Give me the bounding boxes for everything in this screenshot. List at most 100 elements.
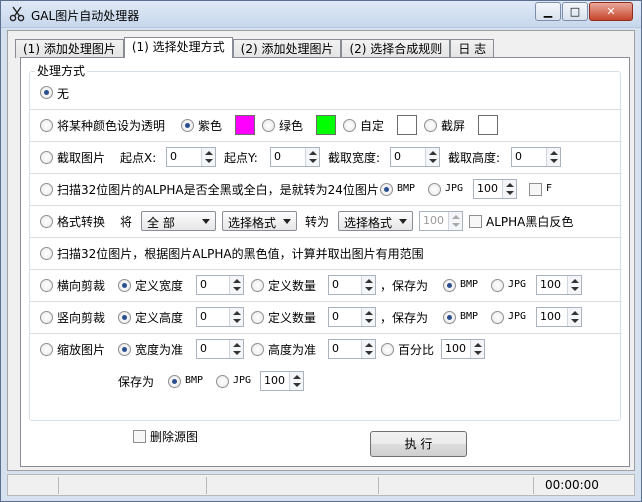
- label-scale: 缩放图片: [57, 343, 106, 357]
- radio-scale-width[interactable]: [118, 343, 131, 356]
- row-vcut: 竖向剪裁 定义高度 0 定义数量 0 ，保存为 BMP JPG 100: [30, 302, 622, 334]
- radio-transparent[interactable]: [40, 119, 53, 132]
- radio-hcut-jpg[interactable]: [491, 279, 504, 292]
- hcut-quality-stepper[interactable]: 100: [536, 275, 582, 295]
- row-scan24: 扫描32位图片的ALPHA是否全黑或全白，是就转为24位图片 BMP JPG 1…: [30, 174, 622, 206]
- label-scale-save: 保存为: [118, 375, 155, 389]
- label-hcut-count: 定义数量: [268, 279, 317, 293]
- status-sep: [533, 477, 534, 494]
- tab-add-images-1[interactable]: (1) 添加处理图片: [15, 39, 124, 58]
- label-convert-from: 将: [120, 215, 133, 229]
- radio-vcut-jpg[interactable]: [491, 311, 504, 324]
- label-green: 绿色: [279, 119, 304, 133]
- chevron-down-icon: [283, 219, 291, 224]
- radio-green[interactable]: [262, 119, 275, 132]
- radio-hcut[interactable]: [40, 279, 53, 292]
- radio-scale-bmp[interactable]: [168, 375, 181, 388]
- radio-convert[interactable]: [40, 215, 53, 228]
- crop-height-stepper[interactable]: 0: [511, 147, 561, 167]
- label-transparent: 将某种颜色设为透明: [57, 119, 166, 133]
- radio-custom[interactable]: [343, 119, 356, 132]
- scale-height-stepper[interactable]: 0: [328, 339, 376, 359]
- label-screen: 截屏: [441, 119, 466, 133]
- label-scale-percent: 百分比: [398, 343, 435, 357]
- radio-scan24-bmp[interactable]: [380, 183, 393, 196]
- radio-screen[interactable]: [424, 119, 437, 132]
- label-none: 无: [57, 87, 70, 101]
- radio-crop[interactable]: [40, 151, 53, 164]
- label-f: F: [546, 183, 553, 194]
- label-scale-width: 宽度为准: [135, 343, 184, 357]
- hcut-width-stepper[interactable]: 0: [196, 275, 244, 295]
- maximize-button[interactable]: □: [562, 2, 588, 21]
- start-y-stepper[interactable]: 0: [270, 147, 320, 167]
- radio-scan24-jpg[interactable]: [428, 183, 441, 196]
- radio-hcut-bmp[interactable]: [443, 279, 456, 292]
- radio-none[interactable]: [40, 86, 53, 99]
- label-start-x: 起点X:: [120, 151, 157, 165]
- minimize-button[interactable]: ▁: [535, 2, 561, 21]
- label-vcut-jpg: JPG: [508, 311, 527, 322]
- scale-width-stepper[interactable]: 0: [196, 339, 244, 359]
- close-icon: ✕: [606, 5, 616, 18]
- radio-scale-height[interactable]: [251, 343, 264, 356]
- swatch-screen[interactable]: [478, 115, 498, 135]
- radio-scale-jpg[interactable]: [216, 375, 229, 388]
- swatch-green[interactable]: [316, 115, 336, 135]
- checkbox-f[interactable]: [529, 183, 542, 196]
- tab-compose-rules-2[interactable]: (2) 选择合成规则: [341, 39, 451, 58]
- label-scan24: 扫描32位图片的ALPHA是否全黑或全白，是就转为24位图片: [57, 183, 379, 197]
- crop-width-stepper[interactable]: 0: [390, 147, 440, 167]
- swatch-custom[interactable]: [397, 115, 417, 135]
- vcut-height-stepper[interactable]: 0: [196, 307, 244, 327]
- tab-select-method-1[interactable]: (1) 选择处理方式: [123, 37, 233, 58]
- swatch-magenta[interactable]: [235, 115, 255, 135]
- convert-quality-stepper[interactable]: 100: [419, 211, 463, 231]
- status-time: 00:00:00: [545, 478, 599, 492]
- label-hcut-save: ，保存为: [380, 279, 429, 293]
- label-vcut-bmp: BMP: [460, 311, 479, 322]
- close-button[interactable]: ✕: [589, 2, 633, 21]
- start-x-stepper[interactable]: 0: [166, 147, 216, 167]
- radio-scan24[interactable]: [40, 183, 53, 196]
- convert-source-select[interactable]: 全 部: [141, 211, 216, 231]
- checkbox-delete-source[interactable]: [133, 430, 146, 443]
- execute-button[interactable]: 执 行: [370, 431, 467, 457]
- scale-quality-stepper[interactable]: 100: [260, 371, 304, 391]
- minimize-icon: ▁: [543, 5, 553, 18]
- maximize-icon: □: [569, 5, 581, 18]
- radio-scale-percent[interactable]: [381, 343, 394, 356]
- convert-target-select[interactable]: 选择格式: [338, 211, 413, 231]
- radio-hcut-count[interactable]: [251, 279, 264, 292]
- tab-log[interactable]: 日 志: [450, 39, 495, 58]
- scan24-quality-stepper[interactable]: 100: [473, 179, 517, 199]
- label-hcut: 横向剪裁: [57, 279, 106, 293]
- label-start-y: 起点Y:: [224, 151, 258, 165]
- convert-format-select[interactable]: 选择格式: [222, 211, 297, 231]
- label-vcut-save: ，保存为: [380, 311, 429, 325]
- vcut-quality-stepper[interactable]: 100: [536, 307, 582, 327]
- hcut-count-stepper[interactable]: 0: [328, 275, 376, 295]
- checkbox-alpha-invert[interactable]: [469, 215, 482, 228]
- vcut-count-stepper[interactable]: 0: [328, 307, 376, 327]
- radio-vcut-bmp[interactable]: [443, 311, 456, 324]
- label-custom: 自定: [360, 119, 385, 133]
- title-bar: GAL图片自动处理器 ▁ □ ✕: [1, 1, 641, 28]
- tab-add-images-2[interactable]: (2) 添加处理图片: [232, 39, 342, 58]
- main-client-area: (1) 添加处理图片 (1) 选择处理方式 (2) 添加处理图片 (2) 选择合…: [7, 30, 635, 471]
- scissors-icon: [9, 6, 25, 22]
- scale-percent-stepper[interactable]: 100: [441, 339, 485, 359]
- radio-scale[interactable]: [40, 343, 53, 356]
- label-scale-bmp: BMP: [185, 375, 204, 386]
- label-purple: 紫色: [198, 119, 223, 133]
- label-crop: 截取图片: [57, 151, 106, 165]
- radio-purple[interactable]: [181, 119, 194, 132]
- radio-scanrange[interactable]: [40, 247, 53, 260]
- label-vcut: 竖向剪裁: [57, 311, 106, 325]
- label-crop-width: 截取宽度:: [328, 151, 381, 165]
- radio-vcut-height[interactable]: [118, 311, 131, 324]
- radio-vcut[interactable]: [40, 311, 53, 324]
- group-title: 处理方式: [35, 62, 88, 79]
- radio-vcut-count[interactable]: [251, 311, 264, 324]
- radio-hcut-width[interactable]: [118, 279, 131, 292]
